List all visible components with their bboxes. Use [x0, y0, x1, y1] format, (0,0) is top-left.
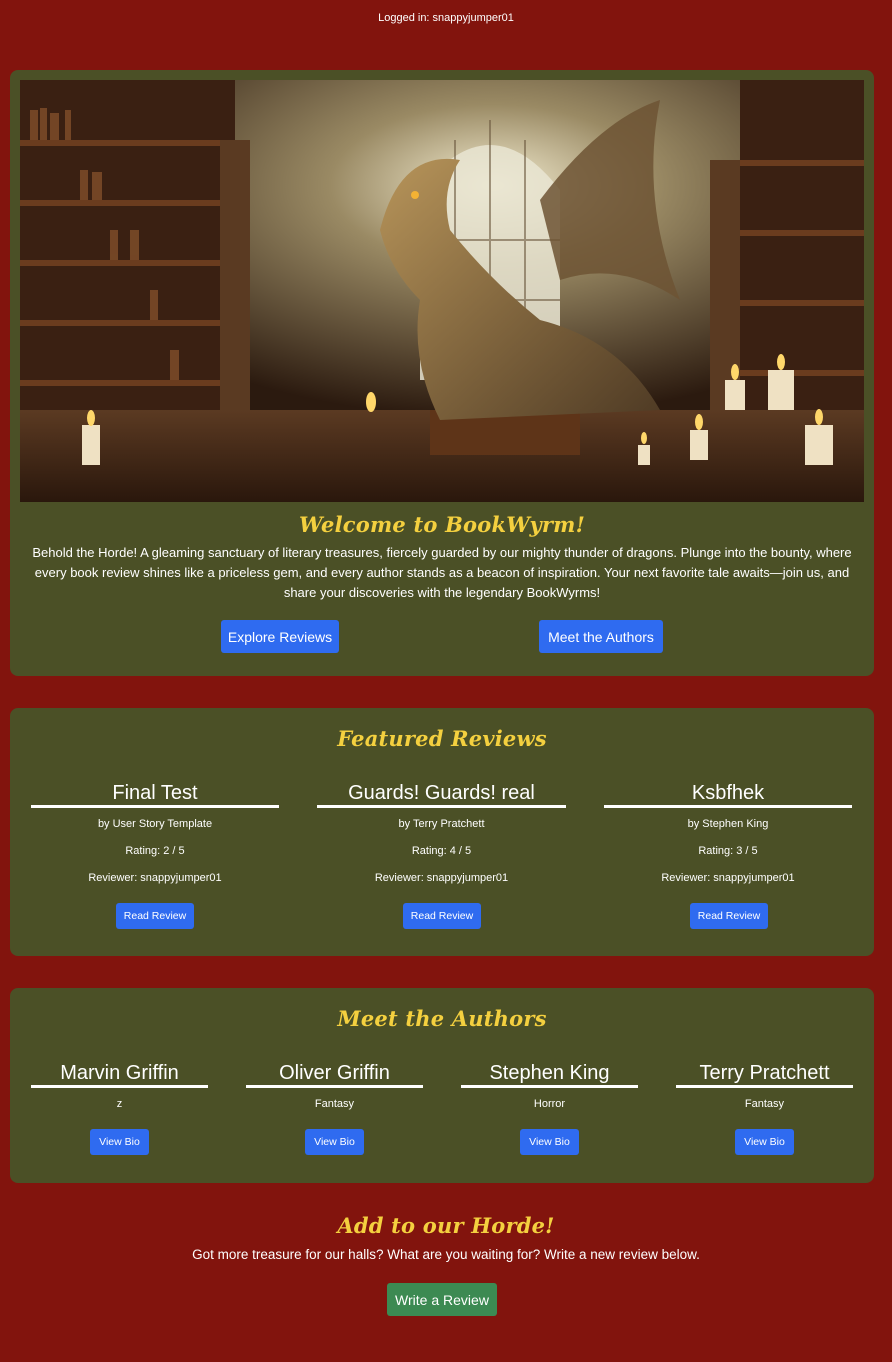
explore-reviews-button[interactable]: Explore Reviews	[221, 620, 339, 653]
welcome-text: Behold the Horde! A gleaming sanctuary o…	[32, 545, 852, 600]
read-review-button[interactable]: Read Review	[116, 903, 194, 929]
hero-image	[20, 80, 864, 502]
author-card: Terry Pratchett Fantasy View Bio	[676, 1058, 853, 1168]
review-title: Final Test	[31, 778, 279, 808]
authors-section: Meet the Authors Marvin Griffin z View B…	[10, 988, 874, 1183]
review-rating: Rating: 2 / 5	[125, 845, 185, 857]
review-rating: Rating: 4 / 5	[411, 845, 472, 857]
author-genre: Horror	[533, 1098, 566, 1110]
review-author: by User Story Template	[97, 818, 213, 830]
hero-section: Welcome to BookWyrm! Behold the Horde! A…	[10, 70, 874, 676]
read-review-button[interactable]: Read Review	[690, 903, 768, 929]
view-bio-button[interactable]: View Bio	[520, 1129, 579, 1155]
meet-authors-button[interactable]: Meet the Authors	[539, 620, 663, 653]
review-author: by Terry Pratchett	[398, 818, 485, 830]
featured-reviews-title: Featured Reviews	[337, 726, 547, 751]
login-status: Logged in: snappyjumper01	[378, 12, 514, 24]
add-horde-title: Add to our Horde!	[337, 1213, 555, 1238]
write-review-button[interactable]: Write a Review	[387, 1283, 497, 1316]
author-genre: Fantasy	[744, 1098, 785, 1110]
review-rating: Rating: 3 / 5	[698, 845, 758, 857]
read-review-button[interactable]: Read Review	[403, 903, 481, 929]
review-title: Guards! Guards! real	[317, 778, 566, 808]
author-name: Stephen King	[461, 1058, 638, 1088]
author-name: Oliver Griffin	[246, 1058, 423, 1088]
add-horde-text: Got more treasure for our halls? What ar…	[192, 1247, 700, 1262]
review-reviewer: Reviewer: snappyjumper01	[374, 872, 509, 884]
author-card: Marvin Griffin z View Bio	[31, 1058, 208, 1168]
review-card: Guards! Guards! real by Terry Pratchett …	[317, 778, 566, 938]
author-name: Terry Pratchett	[676, 1058, 853, 1088]
authors-title: Meet the Authors	[337, 1006, 547, 1031]
featured-reviews-section: Featured Reviews Final Test by User Stor…	[10, 708, 874, 956]
welcome-title: Welcome to BookWyrm!	[298, 512, 586, 537]
view-bio-button[interactable]: View Bio	[735, 1129, 794, 1155]
view-bio-button[interactable]: View Bio	[90, 1129, 149, 1155]
review-author: by Stephen King	[687, 818, 769, 830]
author-name: Marvin Griffin	[31, 1058, 208, 1088]
review-reviewer: Reviewer: snappyjumper01	[88, 872, 222, 884]
author-card: Oliver Griffin Fantasy View Bio	[246, 1058, 423, 1168]
review-card: Final Test by User Story Template Rating…	[31, 778, 279, 938]
review-title: Ksbfhek	[604, 778, 852, 808]
review-card: Ksbfhek by Stephen King Rating: 3 / 5 Re…	[604, 778, 852, 938]
review-reviewer: Reviewer: snappyjumper01	[661, 872, 795, 884]
author-genre: Fantasy	[314, 1098, 355, 1110]
view-bio-button[interactable]: View Bio	[305, 1129, 364, 1155]
author-genre: z	[116, 1098, 123, 1110]
author-card: Stephen King Horror View Bio	[461, 1058, 638, 1168]
